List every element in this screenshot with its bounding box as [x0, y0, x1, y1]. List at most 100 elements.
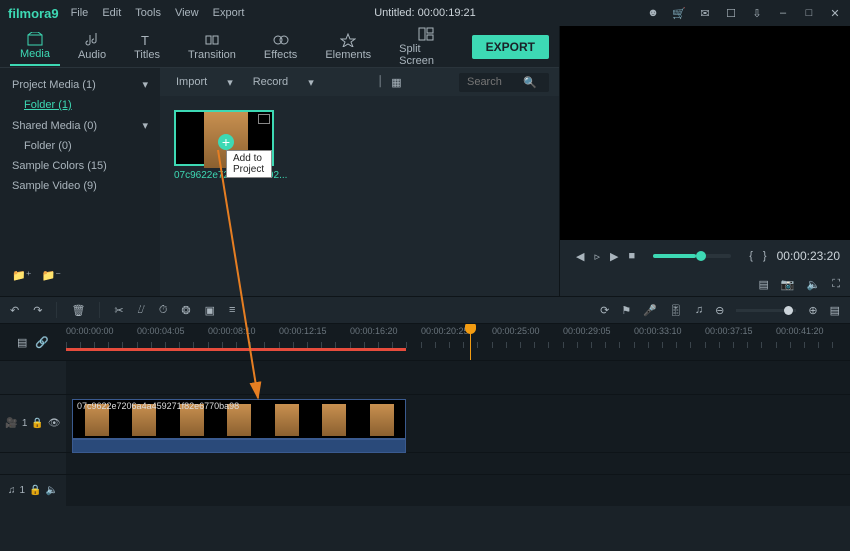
quality-icon[interactable]: ▤ [758, 278, 768, 291]
visibility-icon[interactable]: 👁 [48, 418, 61, 429]
undo-icon[interactable]: ↶ [10, 304, 19, 317]
mark-in-icon[interactable]: { [749, 250, 753, 262]
search-box[interactable]: 🔍 [459, 73, 549, 92]
lock-icon[interactable]: 🔒 [29, 485, 41, 496]
video-clip[interactable]: 07c9622e7206a4a459271f82e6770ba98 [72, 399, 406, 439]
ruler-tick: 00:00:12:15 [279, 326, 327, 336]
zoom-in-icon[interactable]: ⊕ [808, 304, 817, 317]
work-area-range[interactable] [66, 348, 406, 351]
preview-scrubber[interactable] [653, 254, 731, 258]
audio-track-number: 1 [20, 485, 26, 496]
adjust-icon[interactable]: ≡ [229, 304, 235, 316]
redo-icon[interactable]: ↷ [33, 304, 42, 317]
clip-audio-waveform[interactable] [72, 439, 406, 453]
grid-view-icon[interactable]: ▦ [391, 76, 401, 89]
chevron-down-icon: ▾ [308, 76, 314, 89]
play-icon[interactable]: ▶ [610, 250, 618, 263]
minimize-icon[interactable]: – [776, 6, 790, 20]
import-dropdown[interactable]: Import▾ [170, 76, 239, 89]
clip-label: 07c9622e7206a4a459271f82e6770ba98 [77, 401, 239, 411]
video-track-number: 1 [22, 418, 28, 429]
prev-frame-icon[interactable]: ◀ [576, 250, 584, 263]
new-folder-icon[interactable]: 📁⁺ [12, 269, 32, 282]
sidebar-item-project-media[interactable]: Project Media (1)▾ [0, 74, 160, 95]
sidebar-item-folder-1[interactable]: Folder (1) [0, 95, 160, 115]
snapshot-icon[interactable]: 📷 [781, 278, 795, 291]
tab-effects[interactable]: Effects [254, 29, 307, 65]
audio-icon[interactable]: ♫ [695, 304, 703, 316]
sidebar-item-folder-0[interactable]: Folder (0) [0, 136, 160, 156]
menu-view[interactable]: View [175, 7, 199, 19]
account-icon[interactable]: ☻ [646, 6, 660, 20]
media-thumbnail[interactable]: + Add to Project [174, 110, 274, 166]
zoom-slider[interactable] [736, 309, 796, 312]
media-content: Import▾ Record▾ ⏐ ▦ 🔍 + Add to Project [160, 68, 559, 296]
fullscreen-icon[interactable]: ⛶ [832, 278, 840, 291]
tab-titles[interactable]: TTitles [124, 29, 170, 65]
stop-icon[interactable]: ■ [628, 250, 635, 263]
sidebar-item-shared-media[interactable]: Shared Media (0)▾ [0, 115, 160, 136]
timeline-link-icon[interactable]: 🔗 [35, 336, 49, 349]
export-button[interactable]: EXPORT [472, 35, 549, 59]
lock-icon[interactable]: 🔒 [31, 418, 43, 429]
video-track-icon: 🎥 [5, 418, 17, 429]
maximize-icon[interactable]: □ [802, 6, 816, 20]
ruler-tick: 00:00:25:00 [492, 326, 540, 336]
ruler-tick: 00:00:00:00 [66, 326, 114, 336]
message-icon[interactable]: ☐ [724, 6, 738, 20]
zoom-out-icon[interactable]: ⊖ [715, 304, 724, 317]
tab-elements[interactable]: Elements [315, 29, 381, 65]
voiceover-icon[interactable]: 🎤 [643, 304, 657, 317]
menu-file[interactable]: File [71, 7, 89, 19]
mixer-icon[interactable]: 🎚 [669, 304, 683, 317]
tab-transition[interactable]: Transition [178, 29, 246, 65]
zoom-fit-icon[interactable]: ▤ [830, 304, 840, 317]
tab-split-screen[interactable]: Split Screen [389, 23, 463, 71]
mark-out-icon[interactable]: } [763, 250, 767, 262]
volume-icon[interactable]: 🔈 [807, 278, 821, 291]
sidebar-item-sample-colors[interactable]: Sample Colors (15) [0, 156, 160, 176]
green-screen-icon[interactable]: ▣ [205, 304, 215, 317]
menu-edit[interactable]: Edit [102, 7, 121, 19]
render-icon[interactable]: ⟳ [600, 304, 609, 317]
record-dropdown[interactable]: Record▾ [247, 76, 320, 89]
tooltip: Add to Project [226, 150, 272, 178]
playhead[interactable] [470, 324, 471, 360]
step-back-icon[interactable]: ▹ [594, 250, 600, 263]
add-to-timeline-icon[interactable]: + [218, 134, 234, 150]
filter-icon[interactable]: ⏐ [377, 76, 383, 89]
chevron-down-icon: ▾ [142, 78, 148, 91]
search-input[interactable] [467, 76, 517, 88]
menu-tools[interactable]: Tools [135, 7, 161, 19]
audio-track-body[interactable] [66, 475, 850, 506]
download-icon[interactable]: ⇩ [750, 6, 764, 20]
search-icon: 🔍 [523, 76, 537, 89]
project-sidebar: Project Media (1)▾ Folder (1) Shared Med… [0, 68, 160, 296]
mute-icon[interactable]: 🔈 [46, 485, 58, 496]
tab-media[interactable]: Media [10, 28, 60, 66]
delete-folder-icon[interactable]: 📁⁻ [42, 269, 62, 282]
delete-icon[interactable]: 🗑 [71, 304, 85, 317]
chevron-down-icon: ▾ [227, 76, 233, 89]
chevron-down-icon: ▾ [142, 119, 148, 132]
tab-audio[interactable]: Audio [68, 29, 116, 65]
close-icon[interactable]: ✕ [828, 6, 842, 20]
menu-export[interactable]: Export [213, 7, 245, 19]
marker-icon[interactable]: ⚑ [621, 304, 631, 317]
crop-icon[interactable]: ⌰ [138, 304, 145, 317]
split-icon[interactable]: ✂ [114, 304, 123, 317]
thumbnail-expand-icon[interactable] [258, 114, 270, 124]
sidebar-item-sample-video[interactable]: Sample Video (9) [0, 176, 160, 196]
color-icon[interactable]: ❂ [181, 304, 190, 317]
window-title: Untitled: 00:00:19:21 [374, 7, 476, 19]
preview-controls: ◀ ▹ ▶ ■ { } 00:00:23:20 [560, 240, 850, 272]
timeline-layers-icon[interactable]: ▤ [17, 336, 27, 349]
menubar: File Edit Tools View Export [71, 7, 245, 19]
timeline-ruler[interactable]: 00:00:00:0000:00:04:0500:00:08:1000:00:1… [66, 324, 850, 360]
preview-viewport[interactable] [560, 26, 850, 240]
speed-icon[interactable]: ⏱ [159, 304, 168, 317]
cart-icon[interactable]: 🛒 [672, 6, 686, 20]
notification-icon[interactable]: ✉ [698, 6, 712, 20]
ruler-tick: 00:00:16:20 [350, 326, 398, 336]
video-track-body[interactable]: 07c9622e7206a4a459271f82e6770ba98 [66, 395, 850, 452]
